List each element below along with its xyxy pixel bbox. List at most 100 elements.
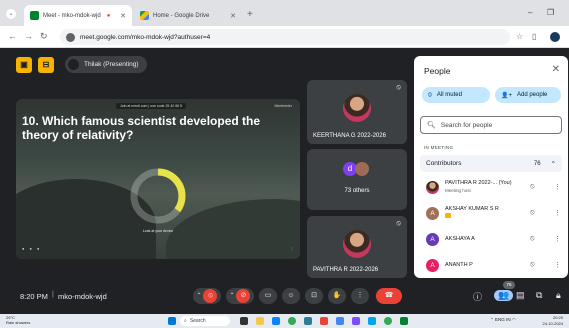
activities-icon[interactable]: ▣ bbox=[16, 57, 32, 73]
participant-row[interactable]: A AKSHAYA A ⦸ ⋮ bbox=[420, 228, 562, 250]
others-tile[interactable]: d 73 others bbox=[307, 149, 407, 210]
tab-meet[interactable]: Meet - mko-mdok-wjd ● ✕ bbox=[24, 5, 132, 26]
meeting-code: mko-mdok-wjd bbox=[58, 292, 107, 301]
participant-name: AKSHAY KUMAR S R bbox=[445, 205, 499, 212]
mic-off-icon[interactable]: ⦸ bbox=[530, 235, 535, 243]
os-taskbar: 29°C Rain showers ⌕ Search ⌃ ENG IN ◠ 20… bbox=[0, 314, 569, 328]
add-people-button[interactable]: 👤+ Add people bbox=[495, 87, 561, 103]
lang-label: ENG bbox=[495, 317, 505, 322]
meet-icon[interactable] bbox=[400, 317, 408, 325]
system-tray[interactable]: ⌃ ENG IN ◠ bbox=[490, 317, 516, 323]
file-explorer-icon[interactable] bbox=[256, 317, 264, 325]
people-icon[interactable]: 👥 bbox=[494, 290, 514, 301]
participant-name: ANANTH P bbox=[445, 261, 473, 268]
group-label: Contributors bbox=[426, 160, 462, 167]
more-options-button[interactable]: ⋮ bbox=[351, 288, 369, 304]
app-icon[interactable] bbox=[336, 317, 344, 325]
reload-icon[interactable]: ↻ bbox=[40, 31, 48, 42]
profile-avatar[interactable] bbox=[550, 32, 560, 42]
slide-hint: Look at your device bbox=[142, 229, 174, 233]
address-bar[interactable]: meet.google.com/mko-mdok-wjd?authuser=4 bbox=[60, 29, 510, 45]
taskbar-search[interactable]: ⌕ Search bbox=[180, 316, 230, 326]
store-icon[interactable] bbox=[304, 317, 312, 325]
chat-icon[interactable]: ▤ bbox=[516, 290, 525, 301]
participant-tile[interactable]: ⦸ KEERTHANA G 2022-2026 bbox=[307, 80, 407, 144]
add-people-label: Add people bbox=[516, 92, 548, 98]
close-icon[interactable]: ✕ bbox=[552, 64, 560, 75]
add-person-icon: 👤+ bbox=[501, 92, 512, 99]
restore-icon[interactable]: ❐ bbox=[547, 8, 554, 17]
slide-menu-icon[interactable]: ⋮ bbox=[290, 246, 294, 251]
more-vert-icon[interactable]: ⋮ bbox=[357, 292, 364, 299]
minimize-icon[interactable]: – bbox=[528, 8, 532, 17]
participant-avatar bbox=[426, 180, 439, 194]
sidepanel-icon[interactable]: ▯ bbox=[532, 32, 536, 41]
mic-off-icon[interactable]: ⦸ bbox=[530, 183, 535, 191]
chevron-up-icon[interactable]: ⌃ bbox=[551, 160, 556, 168]
section-label: IN MEETING bbox=[424, 145, 454, 150]
participant-row[interactable]: PAVITHRA R 2022-... (You) Meeting host ⦸… bbox=[420, 176, 562, 198]
more-vert-icon[interactable]: ⋮ bbox=[554, 183, 561, 191]
back-icon[interactable]: ← bbox=[8, 31, 17, 41]
lock-icon[interactable]: 🔒︎ bbox=[556, 290, 561, 301]
participant-row[interactable]: A ANANTH P ⦸ ⋮ bbox=[420, 254, 562, 276]
close-tab-icon[interactable]: ✕ bbox=[230, 12, 236, 20]
chevron-up-icon[interactable]: ⌃ bbox=[197, 293, 202, 299]
raise-hand-button[interactable]: ✋ bbox=[328, 288, 346, 304]
activities-icon[interactable]: ⧉ bbox=[536, 290, 542, 301]
site-info-icon[interactable] bbox=[66, 32, 75, 42]
camera-off-icon[interactable]: ⊘ bbox=[236, 289, 251, 303]
people-panel-title: People bbox=[424, 66, 451, 76]
tab-search-icon[interactable]: ⌄ bbox=[6, 9, 16, 19]
mic-off-icon[interactable]: ⦸ bbox=[530, 261, 535, 269]
end-call-button[interactable]: ☎ bbox=[376, 288, 402, 304]
more-vert-icon[interactable]: ⋮ bbox=[554, 235, 561, 243]
weather-widget[interactable]: 29°C Rain showers bbox=[6, 315, 30, 325]
present-button[interactable]: ⊡ bbox=[305, 288, 323, 304]
edge-icon[interactable] bbox=[272, 317, 280, 325]
search-people-input[interactable]: 🔍︎ Search for people bbox=[420, 116, 562, 134]
chevron-up-icon[interactable]: ⌃ bbox=[230, 293, 235, 299]
tab-drive[interactable]: Home - Google Drive ✕ bbox=[134, 5, 242, 26]
chrome-icon[interactable] bbox=[384, 317, 392, 325]
app-icon[interactable] bbox=[368, 317, 376, 325]
reactions-button[interactable]: ☺ bbox=[282, 288, 300, 304]
search-icon: ⌕ bbox=[184, 318, 187, 324]
camera-button[interactable]: ⌃ ⊘ bbox=[226, 288, 254, 304]
layout-icon[interactable]: ⊟ bbox=[38, 57, 54, 73]
group-count: 76 bbox=[533, 160, 541, 167]
more-vert-icon[interactable]: ⋮ bbox=[554, 209, 561, 217]
end-call-icon[interactable]: ☎ bbox=[385, 292, 394, 299]
captions-icon[interactable]: ▭ bbox=[265, 292, 272, 299]
forward-icon[interactable]: → bbox=[24, 31, 33, 41]
emoji-icon[interactable]: ☺ bbox=[287, 292, 294, 299]
start-icon[interactable] bbox=[168, 317, 176, 325]
more-vert-icon[interactable]: ⋮ bbox=[554, 261, 561, 269]
mic-button[interactable]: ⌃ ⦸ bbox=[193, 288, 221, 304]
info-icon[interactable]: ⓘ bbox=[473, 290, 482, 303]
app-icon[interactable] bbox=[352, 317, 360, 325]
chrome-icon[interactable] bbox=[288, 317, 296, 325]
all-muted-label: All muted bbox=[436, 92, 462, 98]
browser-toolbar: ← → ↻ meet.google.com/mko-mdok-wjd?authu… bbox=[0, 26, 569, 48]
captions-button[interactable]: ▭ bbox=[259, 288, 277, 304]
contributors-group[interactable]: Contributors 76 ⌃ bbox=[420, 155, 562, 172]
app-icon[interactable] bbox=[320, 317, 328, 325]
present-icon[interactable]: ⊡ bbox=[311, 292, 317, 299]
meeting-time: 8:20 PM bbox=[20, 292, 48, 301]
mic-off-icon[interactable]: ⦸ bbox=[530, 209, 535, 217]
all-muted-button[interactable]: ⦸ All muted bbox=[422, 87, 490, 103]
taskview-icon[interactable] bbox=[240, 317, 248, 325]
url-text: meet.google.com/mko-mdok-wjd?authuser=4 bbox=[80, 33, 211, 41]
participant-row[interactable]: A AKSHAY KUMAR S R ⦸ ⋮ bbox=[420, 202, 562, 224]
taskbar-clock[interactable]: 20:20 24-10-2024 bbox=[543, 315, 563, 326]
new-tab-icon[interactable]: + bbox=[247, 9, 253, 20]
chevron-up-icon[interactable]: ⌃ bbox=[490, 317, 494, 322]
bookmark-star-icon[interactable]: ☆ bbox=[516, 32, 523, 41]
mic-off-icon[interactable]: ⦸ bbox=[203, 289, 218, 303]
participant-tile[interactable]: ⦸ PAVITHRA R 2022-2026 bbox=[307, 216, 407, 278]
tab-title: Meet - mko-mdok-wjd bbox=[43, 12, 101, 19]
hand-icon[interactable]: ✋ bbox=[333, 292, 342, 299]
close-tab-icon[interactable]: ✕ bbox=[120, 12, 126, 20]
wifi-icon: ◠ bbox=[511, 317, 516, 322]
